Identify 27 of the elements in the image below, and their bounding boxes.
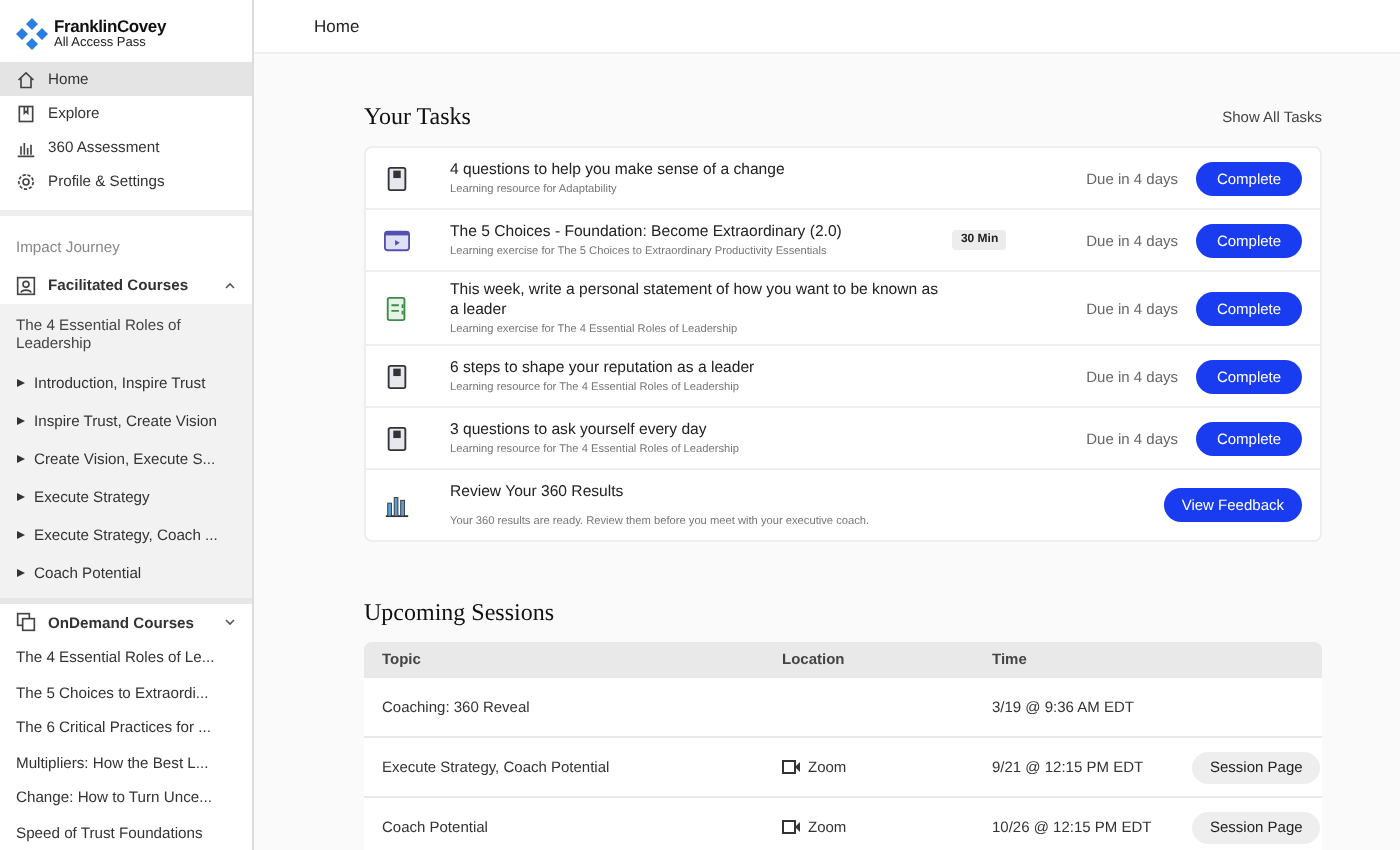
document-icon xyxy=(384,425,410,452)
brand-name: FranklinCovey xyxy=(54,18,166,35)
caret-icon xyxy=(16,530,26,541)
section-title: Your Tasks xyxy=(364,102,471,132)
document-icon xyxy=(384,363,410,390)
notepad-icon xyxy=(384,295,410,322)
chevron-icon[interactable] xyxy=(224,279,236,292)
caret-icon xyxy=(16,568,26,579)
person-icon xyxy=(16,275,36,296)
logo-icon xyxy=(16,18,48,50)
video-camera-icon xyxy=(782,760,800,775)
section-title: Upcoming Sessions xyxy=(364,598,555,629)
bar-chart-icon xyxy=(16,137,36,157)
video-camera-icon xyxy=(782,820,800,835)
settings-icon xyxy=(16,171,36,191)
caret-icon xyxy=(16,492,26,503)
bookmark-icon xyxy=(16,103,36,123)
caret-icon xyxy=(16,416,26,427)
video-icon xyxy=(384,227,410,253)
chevron-icon[interactable] xyxy=(224,616,236,629)
copy-icon xyxy=(16,612,36,633)
bar-chart-icon xyxy=(384,492,410,519)
caret-icon xyxy=(16,454,26,465)
document-icon xyxy=(384,165,410,191)
page-title: Home xyxy=(314,16,360,36)
caret-icon xyxy=(16,378,26,389)
home-icon xyxy=(16,69,36,89)
